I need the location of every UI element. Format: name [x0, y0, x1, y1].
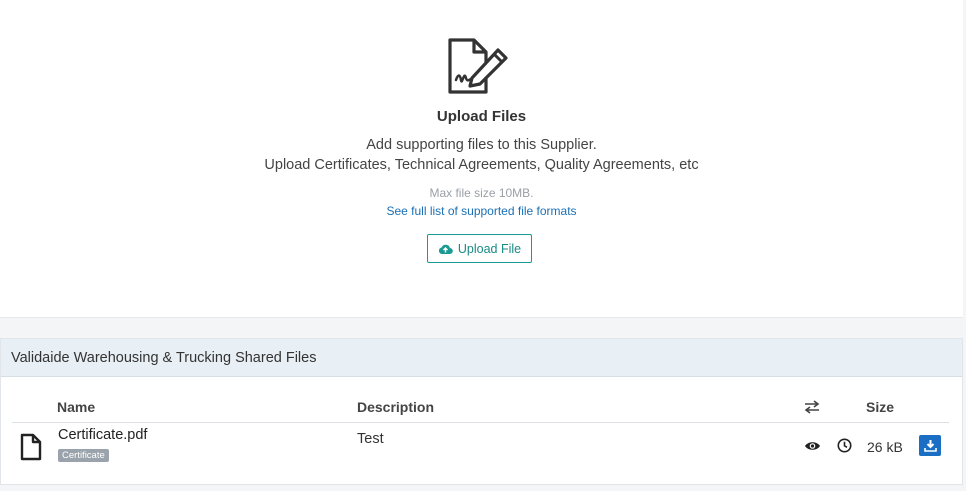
upload-panel: Upload Files Add supporting files to thi…: [0, 0, 963, 318]
supported-formats-link[interactable]: See full list of supported file formats: [0, 204, 963, 218]
upload-title: Upload Files: [436, 108, 527, 125]
column-size[interactable]: Size: [866, 399, 894, 415]
signed-document-icon: [448, 38, 508, 94]
file-description: Test: [357, 431, 384, 447]
column-description[interactable]: Description: [357, 399, 434, 415]
file-name[interactable]: Certificate.pdf: [58, 427, 147, 443]
clock-icon[interactable]: [837, 438, 852, 453]
upload-description-line2: Upload Certificates, Technical Agreement…: [264, 157, 699, 173]
upload-file-button[interactable]: Upload File: [427, 234, 532, 263]
shared-files-panel: Validaide Warehousing & Trucking Shared …: [0, 338, 963, 485]
download-button[interactable]: [919, 435, 941, 456]
file-type-badge: Certificate: [58, 449, 109, 462]
upload-file-button-label: Upload File: [457, 241, 522, 256]
swap-arrows-icon: [804, 400, 820, 414]
shared-files-header: Validaide Warehousing & Trucking Shared …: [1, 339, 962, 377]
column-name[interactable]: Name: [57, 399, 95, 415]
file-size: 26 kB: [867, 439, 903, 455]
max-file-size: Max file size 10MB.: [429, 186, 534, 200]
header-divider: [12, 422, 949, 423]
file-icon: [20, 433, 42, 461]
upload-description-line1: Add supporting files to this Supplier.: [366, 137, 597, 153]
cloud-upload-icon: [438, 244, 453, 254]
eye-icon[interactable]: [804, 440, 821, 452]
download-icon: [923, 440, 937, 452]
